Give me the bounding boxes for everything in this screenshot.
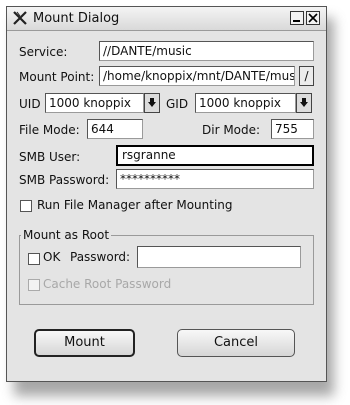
dir-mode-label: Dir Mode: bbox=[202, 123, 261, 137]
run-file-manager-checkbox[interactable] bbox=[20, 200, 32, 212]
smb-user-label: SMB User: bbox=[19, 150, 81, 164]
cache-root-password-label: Cache Root Password bbox=[43, 277, 172, 291]
dropdown-arrow-icon bbox=[300, 98, 308, 107]
uid-field[interactable]: 1000 knoppix bbox=[45, 93, 144, 113]
uid-dropdown-button[interactable] bbox=[144, 93, 160, 113]
mount-point-label: Mount Point: bbox=[19, 70, 95, 84]
close-icon bbox=[308, 13, 318, 23]
dropdown-arrow-icon bbox=[148, 98, 156, 107]
mount-point-field[interactable]: /home/knoppix/mnt/DANTE/music bbox=[99, 66, 295, 86]
mount-dialog-window: Mount Dialog Service: //DANTE/music Moun… bbox=[6, 6, 327, 382]
browse-mount-point-button[interactable]: / bbox=[299, 66, 314, 86]
file-mode-field[interactable]: 644 bbox=[87, 119, 143, 139]
smb-password-label: SMB Password: bbox=[19, 173, 110, 187]
root-password-field[interactable] bbox=[137, 246, 301, 268]
window-title: Mount Dialog bbox=[33, 11, 120, 26]
root-ok-label: OK bbox=[43, 250, 61, 264]
run-file-manager-label: Run File Manager after Mounting bbox=[37, 198, 233, 212]
service-field[interactable]: //DANTE/music bbox=[99, 41, 314, 61]
service-label: Service: bbox=[19, 45, 68, 59]
root-password-label: Password: bbox=[70, 250, 131, 264]
title-bar[interactable]: Mount Dialog bbox=[7, 7, 326, 31]
cancel-button[interactable]: Cancel bbox=[177, 329, 295, 357]
close-button[interactable] bbox=[306, 11, 320, 25]
file-mode-label: File Mode: bbox=[19, 123, 80, 137]
x-window-icon bbox=[13, 11, 27, 25]
smb-password-field[interactable]: ********** bbox=[116, 169, 314, 189]
mount-button[interactable]: Mount bbox=[34, 329, 135, 357]
cache-root-password-checkbox[interactable] bbox=[28, 279, 40, 291]
uid-label: UID bbox=[19, 97, 41, 111]
dir-mode-field[interactable]: 755 bbox=[271, 119, 314, 139]
minimize-icon bbox=[293, 20, 300, 22]
gid-field[interactable]: 1000 knoppix bbox=[195, 93, 296, 113]
mount-as-root-title: Mount as Root bbox=[21, 228, 112, 242]
smb-user-field[interactable]: rsgranne bbox=[116, 145, 314, 166]
gid-dropdown-button[interactable] bbox=[296, 93, 312, 113]
minimize-button[interactable] bbox=[290, 11, 304, 25]
gid-label: GID bbox=[166, 97, 189, 111]
root-ok-checkbox[interactable] bbox=[28, 253, 40, 265]
